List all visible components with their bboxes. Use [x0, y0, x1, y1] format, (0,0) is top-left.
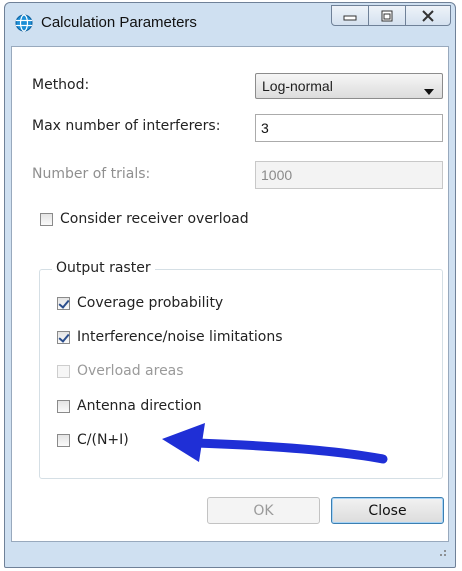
consider-overload-label: Consider receiver overload [60, 211, 249, 227]
checkbox-box[interactable] [57, 433, 70, 447]
overload-areas-checkbox: Overload areas [57, 363, 184, 379]
coverage-probability-checkbox[interactable]: Coverage probability [57, 295, 223, 311]
method-value: Log-normal [262, 78, 333, 94]
resize-grip-icon[interactable] [437, 545, 447, 561]
ok-button: OK [207, 497, 320, 524]
dialog-window: Calculation Parameters Method: Log-norma… [4, 2, 456, 568]
close-button[interactable]: Close [331, 497, 444, 524]
overload-areas-label: Overload areas [77, 363, 184, 379]
checkbox-box[interactable] [57, 399, 70, 413]
num-trials-label: Number of trials: [32, 166, 151, 182]
interference-noise-label: Interference/noise limitations [77, 329, 283, 345]
chevron-down-icon [424, 83, 434, 99]
c-n-i-label: C/(N+I) [77, 432, 129, 448]
globe-icon [15, 14, 33, 32]
antenna-direction-label: Antenna direction [77, 398, 202, 414]
close-icon [422, 9, 434, 22]
restore-icon [381, 10, 393, 21]
checkbox-box[interactable] [57, 330, 70, 344]
c-n-i-checkbox[interactable]: C/(N+I) [57, 432, 129, 448]
output-raster-title: Output raster [52, 260, 155, 276]
method-label: Method: [32, 77, 90, 93]
caption-buttons [331, 5, 451, 27]
restore-button[interactable] [368, 5, 406, 26]
coverage-probability-label: Coverage probability [77, 295, 224, 311]
minimize-button[interactable] [331, 5, 369, 26]
method-dropdown[interactable]: Log-normal [255, 73, 443, 99]
checkbox-box [57, 364, 70, 378]
max-interferers-label: Max number of interferers: [32, 118, 221, 134]
close-window-button[interactable] [405, 5, 451, 26]
antenna-direction-checkbox[interactable]: Antenna direction [57, 398, 202, 414]
checkbox-box[interactable] [57, 296, 70, 310]
max-interferers-input[interactable]: 3 [255, 114, 443, 142]
interference-noise-checkbox[interactable]: Interference/noise limitations [57, 329, 283, 345]
checkbox-box[interactable] [40, 212, 53, 226]
consider-overload-checkbox[interactable]: Consider receiver overload [40, 211, 249, 227]
title-bar[interactable]: Calculation Parameters [5, 3, 455, 43]
dialog-content: Method: Log-normal Max number of interfe… [11, 46, 449, 542]
minimize-icon [343, 15, 357, 20]
window-title: Calculation Parameters [41, 14, 197, 31]
num-trials-input: 1000 [255, 161, 443, 189]
status-bar [11, 543, 449, 563]
